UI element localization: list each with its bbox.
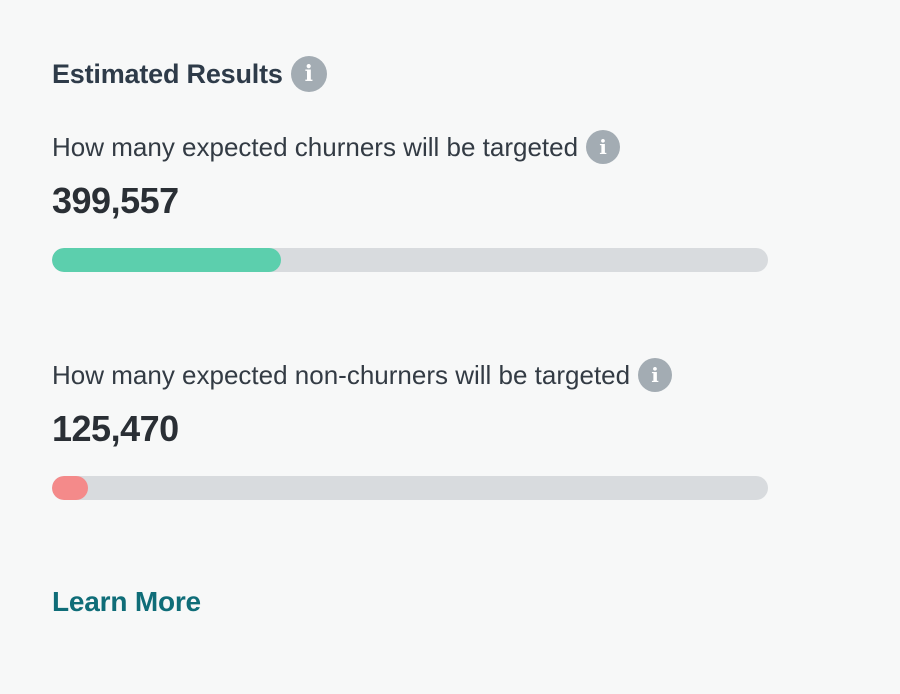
info-icon[interactable]: i xyxy=(290,56,327,92)
churners-metric-value: 399,557 xyxy=(52,180,179,221)
info-icon[interactable]: i xyxy=(638,358,673,392)
non-churners-progress-fill xyxy=(52,476,88,500)
churners-progress-bar xyxy=(52,248,768,272)
non-churners-label-text: How many expected non-churners will be t… xyxy=(52,359,631,390)
non-churners-metric-label: How many expected non-churners will be t… xyxy=(52,358,673,392)
churners-progress-fill xyxy=(52,248,282,272)
non-churners-metric-value: 125,470 xyxy=(52,408,179,449)
section-title: Estimated Results i xyxy=(52,56,327,92)
learn-more-link[interactable]: Learn More xyxy=(52,586,201,618)
info-icon[interactable]: i xyxy=(586,130,621,164)
non-churners-progress-bar xyxy=(52,476,768,500)
section-title-text: Estimated Results xyxy=(52,58,283,89)
churners-metric-label: How many expected churners will be targe… xyxy=(52,130,621,164)
churners-label-text: How many expected churners will be targe… xyxy=(52,131,579,162)
